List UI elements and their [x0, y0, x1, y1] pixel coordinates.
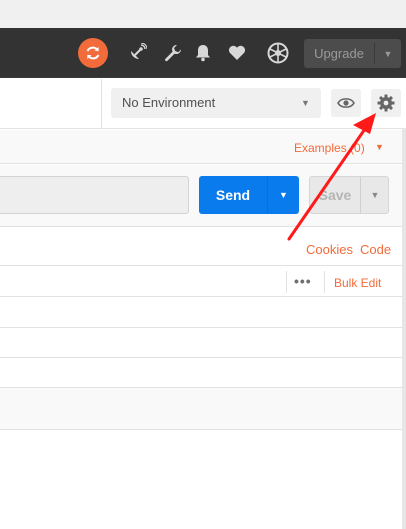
column-divider — [286, 271, 287, 293]
account-button[interactable] — [266, 41, 290, 65]
manage-environments-button[interactable] — [371, 89, 401, 117]
upgrade-label: Upgrade — [314, 46, 364, 61]
wrench-icon — [165, 45, 182, 62]
chevron-down-icon[interactable]: ▼ — [375, 39, 401, 68]
table-row[interactable] — [0, 358, 402, 388]
cookies-link[interactable]: Cookies — [306, 242, 353, 257]
code-link[interactable]: Code — [360, 242, 391, 257]
favorites-button[interactable] — [226, 41, 248, 65]
sync-button[interactable] — [78, 38, 108, 68]
heart-icon — [228, 45, 246, 60]
user-icon — [267, 42, 289, 64]
environment-selected-value: No Environment — [122, 95, 216, 110]
response-section-bar — [0, 388, 402, 430]
eye-icon — [337, 98, 355, 108]
save-button[interactable]: Save ▼ — [309, 176, 389, 214]
chevron-down-icon[interactable]: ▼ — [375, 142, 384, 152]
send-label: Send — [215, 187, 251, 203]
save-label: Save — [318, 187, 352, 203]
window-top-strip — [0, 0, 406, 28]
table-row[interactable] — [0, 328, 402, 358]
url-input[interactable] — [0, 176, 189, 214]
satellite-button[interactable] — [126, 41, 148, 65]
notifications-button[interactable] — [193, 41, 213, 65]
environment-select[interactable]: No Environment ▼ — [111, 88, 321, 118]
upgrade-button[interactable]: Upgrade ▼ — [304, 39, 401, 68]
chevron-down-icon[interactable]: ▼ — [361, 177, 389, 213]
table-row[interactable] — [0, 298, 402, 328]
environment-divider — [101, 79, 102, 129]
sync-icon — [86, 46, 100, 60]
chevron-down-icon: ▼ — [301, 98, 310, 108]
gear-icon — [377, 94, 395, 112]
column-divider — [324, 271, 325, 293]
scrollbar[interactable] — [402, 128, 406, 529]
chevron-down-icon[interactable]: ▼ — [268, 176, 299, 214]
settings-wrench-button[interactable] — [162, 41, 184, 65]
send-button[interactable]: Send ▼ — [199, 176, 299, 214]
bell-icon — [196, 45, 210, 62]
bulk-edit-link[interactable]: Bulk Edit — [334, 276, 381, 290]
satellite-icon — [131, 43, 147, 59]
environment-quick-look-button[interactable] — [331, 89, 361, 117]
more-options-button[interactable]: ••• — [294, 272, 316, 292]
examples-link[interactable]: Examples (0) — [294, 141, 365, 155]
